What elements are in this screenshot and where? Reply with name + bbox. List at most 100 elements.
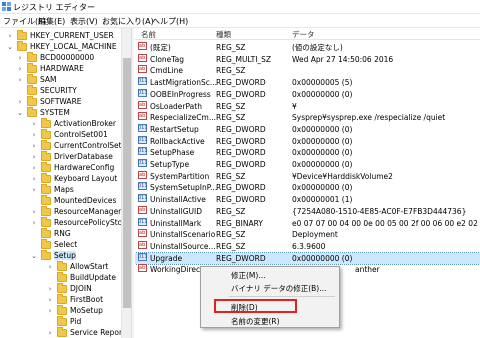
folder-icon xyxy=(57,272,67,282)
folder-icon xyxy=(41,162,51,172)
string-value-icon xyxy=(138,240,147,251)
string-value-icon xyxy=(138,263,147,274)
value-name: SystemSetupInP... xyxy=(150,183,218,193)
menu-edit[interactable]: 編集(E) xyxy=(38,16,65,27)
folder-icon xyxy=(27,52,37,62)
value-name: UninstallMark xyxy=(150,218,202,228)
value-row[interactable]: RollbackActive REG_DWORD 0x00000000 (0) xyxy=(135,135,480,147)
value-row[interactable]: UninstallScenarioREG_SZ Deployment xyxy=(135,228,480,240)
folder-icon xyxy=(41,151,51,161)
value-data: e0 07 07 00 04 00 0e 00 05 00 2f 00 06 0… xyxy=(292,218,478,228)
menu-view[interactable]: 表示(V) xyxy=(70,16,98,27)
value-type: REG_DWORD xyxy=(216,148,266,158)
value-data: 0x00000000 (0) xyxy=(292,148,353,158)
value-row[interactable]: SystemPartition REG_SZ ¥Device¥HarddiskVol… xyxy=(135,170,480,182)
value-data: 0x00000000 (0) xyxy=(292,253,353,263)
value-row[interactable]: LastMigrationSc...REG_DWORD 0x00000005 (5… xyxy=(135,76,480,88)
value-row[interactable]: CloneTag REG_MULTI_SZ Wed Apr 27 14:50:06 … xyxy=(135,53,480,65)
value-name: CmdLine xyxy=(150,66,183,76)
value-type: REG_DWORD xyxy=(216,183,266,193)
pane-splitter[interactable] xyxy=(131,28,134,338)
value-row[interactable]: UninstallActive REG_DWORD 0x00000001 (1) xyxy=(135,193,480,205)
string-value-icon xyxy=(138,53,147,64)
binary-value-icon xyxy=(138,146,148,157)
tree-item-label: AllowStart xyxy=(70,262,109,271)
registry-editor-icon xyxy=(2,2,11,11)
tree-item-label: SYSTEM xyxy=(40,108,70,117)
value-row[interactable]: CmdLine REG_SZ xyxy=(135,64,480,76)
value-data: (値の設定なし) xyxy=(292,43,343,52)
string-value-icon xyxy=(138,41,147,52)
column-header-name[interactable]: 名前 xyxy=(141,29,156,40)
tree-item-label: BCD00000000 xyxy=(40,53,95,62)
tree-item-label: Maps xyxy=(54,185,74,194)
value-row[interactable]: OsLoaderPath REG_SZ ¥ xyxy=(135,100,480,112)
menu-item-rename[interactable]: 名前の変更(R) xyxy=(231,316,280,327)
menu-item-modify-binary[interactable]: バイナリ データの修正(B)... xyxy=(231,283,326,294)
tree-item-label: ResourceManager xyxy=(54,207,122,216)
value-row[interactable]: RespecializeCm...REG_SZ Sysprep¥sysprep.e… xyxy=(135,111,480,123)
window-title: レジストリ エディター xyxy=(13,3,95,12)
value-name: UninstallSource... xyxy=(150,241,216,251)
context-menu: 修正(M)... バイナリ データの修正(B)... 削除(D) 名前の変更(R… xyxy=(200,266,340,328)
value-type: REG_DWORD xyxy=(216,124,266,134)
value-data: 0x00000000 (0) xyxy=(292,183,353,193)
folder-icon xyxy=(27,63,37,73)
value-row[interactable]: SetupType REG_DWORD 0x00000000 (0) xyxy=(135,158,480,170)
binary-value-icon xyxy=(138,217,148,228)
registry-tree[interactable]: › HKEY_CURRENT_USER ⌄ HKEY_LOCAL_MACHINE › BC… xyxy=(0,28,131,338)
folder-icon xyxy=(41,217,51,227)
value-type: REG_DWORD xyxy=(216,253,266,263)
menu-separator xyxy=(229,296,335,297)
value-row[interactable]: (既定) REG_SZ (値の設定なし) xyxy=(135,41,480,53)
value-row[interactable]: SetupPhase REG_DWORD 0x00000000 (0) xyxy=(135,146,480,158)
string-value-icon xyxy=(138,111,147,122)
menu-help[interactable]: ヘルプ(H) xyxy=(152,16,188,27)
expand-chevron-icon[interactable]: › xyxy=(46,327,54,338)
folder-icon xyxy=(57,305,67,315)
value-data: 6.3.9600 xyxy=(292,241,326,251)
value-name: OOBEInProgress xyxy=(150,89,211,99)
binary-value-icon xyxy=(138,181,148,192)
value-type: REG_SZ xyxy=(216,43,246,52)
value-data: Deployment xyxy=(292,230,338,240)
value-name: SetupType xyxy=(150,160,190,169)
value-row[interactable]: Upgrade REG_DWORD 0x00000000 (0) xyxy=(135,251,480,265)
value-type: REG_DWORD xyxy=(216,89,266,99)
column-header-data[interactable]: データ xyxy=(292,29,315,40)
menu-favorites[interactable]: お気に入り(A) xyxy=(102,16,154,27)
scrollbar-thumb[interactable] xyxy=(123,58,131,308)
binary-value-icon xyxy=(138,252,148,263)
value-name: SetupPhase xyxy=(150,148,195,158)
value-data: 0x00000000 (0) xyxy=(292,124,353,134)
value-row[interactable]: UninstallSource...REG_SZ 6.3.9600 xyxy=(135,240,480,252)
tree-item-label: ControlSet001 xyxy=(54,130,108,139)
title-bar: レジストリ エディター xyxy=(0,0,480,14)
tree-item[interactable]: › Service Report xyxy=(0,327,125,338)
column-header-type[interactable]: 種類 xyxy=(216,29,231,40)
value-row[interactable]: UninstallMark REG_BINARY e0 07 07 00 04 00… xyxy=(135,217,480,229)
string-value-icon xyxy=(138,100,147,111)
menu-item-modify[interactable]: 修正(M)... xyxy=(231,270,265,281)
value-row[interactable]: OOBEInProgress REG_DWORD 0x00000000 (0) xyxy=(135,88,480,100)
value-row[interactable]: SystemSetupInP...REG_DWORD 0x00000000 (0) xyxy=(135,181,480,193)
value-type: REG_SZ xyxy=(216,230,246,240)
folder-icon xyxy=(17,41,27,51)
value-name: RestartSetup xyxy=(150,124,199,134)
value-type: REG_SZ xyxy=(216,171,246,181)
tree-item-label: HKEY_LOCAL_MACHINE xyxy=(30,42,117,51)
value-name: UninstallActive xyxy=(150,195,206,205)
list-header: 名前 種類 データ xyxy=(135,28,480,40)
tree-item-label: ResourcePolicySto xyxy=(54,218,123,227)
tree-scrollbar[interactable] xyxy=(121,28,131,338)
binary-value-icon xyxy=(138,193,148,204)
value-row[interactable]: RestartSetup REG_DWORD 0x00000000 (0) xyxy=(135,123,480,135)
value-row[interactable]: UninstallGUID REG_SZ {7254A080-1510-4E85-A… xyxy=(135,205,480,217)
tree-item-label: HardwareConfig xyxy=(54,163,115,172)
tree-item-label: Select xyxy=(54,240,78,249)
tree-item-label: HARDWARE xyxy=(40,64,84,73)
value-data: 0x00000000 (0) xyxy=(292,136,353,146)
delete-highlight-box xyxy=(214,299,297,313)
value-name: UninstallScenario xyxy=(150,230,216,240)
menu-bar: ファイル(F) 編集(E) 表示(V) お気に入り(A) ヘルプ(H) xyxy=(0,14,480,28)
